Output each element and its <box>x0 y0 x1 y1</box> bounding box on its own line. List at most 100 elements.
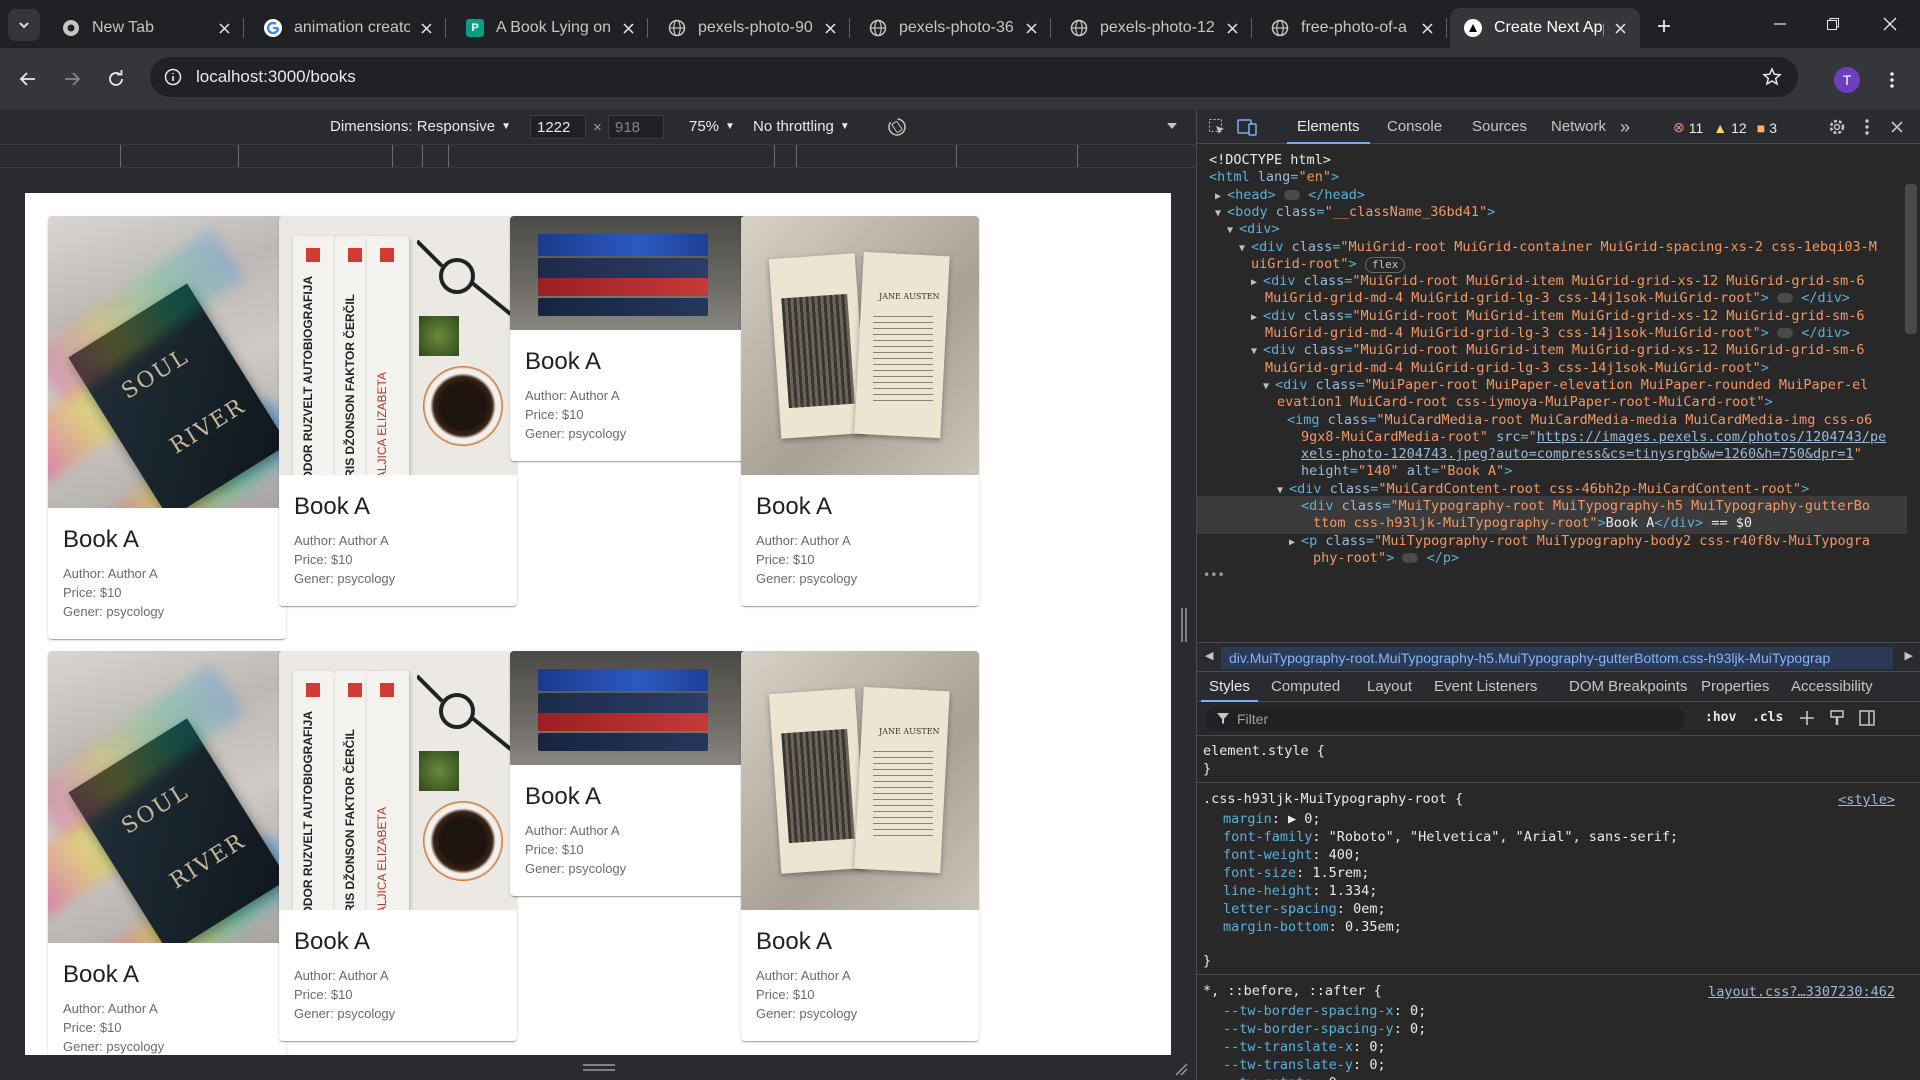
resize-handle-vertical-icon[interactable] <box>1180 608 1188 642</box>
forward-button[interactable] <box>56 63 88 95</box>
css-declaration[interactable]: font-family: "Roboto", "Helvetica", "Ari… <box>1223 828 1678 846</box>
more-tabs-icon[interactable]: » <box>1615 117 1635 137</box>
styles-subtab[interactable]: Styles <box>1201 672 1258 702</box>
browser-tab[interactable]: pexels-photo-90 <box>654 8 850 48</box>
zoom-dropdown[interactable]: 75% ▼ <box>689 118 735 135</box>
browser-tab[interactable]: New Tab <box>48 8 244 48</box>
cls-toggle[interactable]: .cls <box>1752 710 1783 725</box>
rule-divider <box>1197 974 1920 975</box>
devtools-tab-elements[interactable]: Elements <box>1287 110 1369 144</box>
rule-source-link[interactable]: <style> <box>1838 792 1895 808</box>
styles-subtab[interactable]: Properties <box>1701 672 1769 702</box>
new-style-rule-icon[interactable] <box>1797 708 1817 728</box>
device-toggle-icon[interactable] <box>1237 117 1257 137</box>
address-url[interactable]: localhost:3000/books <box>196 67 356 87</box>
hov-toggle[interactable]: :hov <box>1705 710 1736 725</box>
minimize-button[interactable] <box>1750 0 1810 48</box>
styles-subtab[interactable]: Layout <box>1367 672 1412 702</box>
dimensions-dropdown[interactable]: Dimensions: Responsive ▼ <box>330 118 511 135</box>
close-tab-icon[interactable] <box>214 18 234 38</box>
styles-subtab[interactable]: DOM Breakpoints <box>1569 672 1687 702</box>
styles-subtab[interactable]: Event Listeners <box>1434 672 1537 702</box>
bookmark-star-icon[interactable] <box>1762 67 1782 87</box>
rule-selector[interactable]: *, ::before, ::after { <box>1203 982 1382 1000</box>
close-tab-icon[interactable] <box>618 18 638 38</box>
media-query-ruler[interactable] <box>0 144 1196 168</box>
back-button[interactable] <box>12 63 44 95</box>
css-declaration[interactable]: font-size: 1.5rem; <box>1223 864 1369 882</box>
css-declaration[interactable]: --tw-rotate: 0; <box>1223 1074 1345 1080</box>
node-actions-icon[interactable]: ••• <box>1203 568 1225 582</box>
css-declaration[interactable]: --tw-border-spacing-x: 0; <box>1223 1002 1426 1020</box>
devtools-tab-sources[interactable]: Sources <box>1472 110 1527 144</box>
profile-avatar[interactable]: T <box>1834 67 1860 93</box>
css-declaration[interactable]: margin: ▶ 0; <box>1223 810 1321 828</box>
elements-scrollbar[interactable] <box>1905 184 1917 334</box>
restore-button[interactable] <box>1803 0 1863 48</box>
book-card[interactable]: SOUL RIVER Book A Author: Author A Price: $1… <box>48 651 286 1055</box>
breadcrumb-left-icon[interactable]: ◀ <box>1205 649 1213 662</box>
close-tab-icon[interactable] <box>820 18 840 38</box>
book-card[interactable]: Book A Author: Author A Price: $10 Gener: p… <box>510 216 748 462</box>
close-tab-icon[interactable] <box>1021 18 1041 38</box>
devtools-tab-network[interactable]: Network <box>1551 110 1606 144</box>
device-width-input[interactable] <box>530 115 586 139</box>
close-tab-icon[interactable] <box>1417 18 1437 38</box>
close-window-button[interactable] <box>1860 0 1920 48</box>
devtools-menu-icon[interactable] <box>1857 117 1877 137</box>
book-card[interactable]: Book A Author: Author A Price: $10 Gener: p… <box>510 651 748 897</box>
book-card[interactable]: JANE AUSTEN Book A Author: Author A Price: … <box>741 651 979 1042</box>
browser-tab[interactable]: Create Next App <box>1450 8 1640 48</box>
browser-tab[interactable]: P A Book Lying on <box>452 8 648 48</box>
address-bar[interactable]: localhost:3000/books <box>150 57 1798 97</box>
resize-handle-horizontal-icon[interactable] <box>583 1063 615 1073</box>
styles-filter-input[interactable]: Filter <box>1205 707 1685 731</box>
browser-tab[interactable]: pexels-photo-36 <box>855 8 1051 48</box>
settings-gear-icon[interactable] <box>1827 117 1847 137</box>
close-tab-icon[interactable] <box>416 18 436 38</box>
element-style-selector[interactable]: element.style { <box>1203 742 1325 760</box>
new-tab-button[interactable] <box>1650 12 1678 40</box>
css-value: 0; <box>1369 1057 1386 1073</box>
elements-tree[interactable]: <!DOCTYPE html> <html lang="en"> ▶ <head> <… <box>1197 144 1920 622</box>
browser-menu-button[interactable] <box>1880 64 1904 96</box>
paint-brush-icon[interactable] <box>1827 708 1847 728</box>
browser-tab[interactable]: pexels-photo-12 <box>1056 8 1252 48</box>
rule-selector[interactable]: .css-h93ljk-MuiTypography-root { <box>1203 790 1463 808</box>
tab-search-button[interactable] <box>8 9 40 41</box>
styles-pane[interactable]: element.style { } .css-h93ljk-MuiTypogra… <box>1197 736 1920 1080</box>
site-info-icon[interactable] <box>164 68 182 86</box>
device-options-icon[interactable] <box>1166 121 1178 131</box>
css-declaration[interactable]: --tw-border-spacing-y: 0; <box>1223 1020 1426 1038</box>
throttling-dropdown[interactable]: No throttling ▼ <box>753 118 850 135</box>
styles-subtab[interactable]: Computed <box>1271 672 1340 702</box>
css-declaration[interactable]: margin-bottom: 0.35em; <box>1223 918 1402 936</box>
rotate-icon[interactable] <box>886 116 908 138</box>
close-tab-icon[interactable] <box>1222 18 1242 38</box>
styles-subtab[interactable]: Accessibility <box>1791 672 1873 702</box>
reload-button[interactable] <box>100 63 132 95</box>
inspect-element-icon[interactable] <box>1207 117 1227 137</box>
css-declaration[interactable]: line-height: 1.334; <box>1223 882 1377 900</box>
css-declaration[interactable]: letter-spacing: 0em; <box>1223 900 1386 918</box>
book-card[interactable]: JANE AUSTEN Book A Author: Author A Price: … <box>741 216 979 607</box>
browser-tab[interactable]: animation creato <box>250 8 446 48</box>
css-declaration[interactable]: --tw-translate-y: 0; <box>1223 1056 1386 1074</box>
devtools-tab-console[interactable]: Console <box>1387 110 1442 144</box>
breadcrumb-selected[interactable]: div.MuiTypography-root.MuiTypography-h5.… <box>1221 647 1893 669</box>
sidebar-toggle-icon[interactable] <box>1857 708 1877 728</box>
resize-corner-icon[interactable] <box>1174 1062 1188 1076</box>
css-declaration[interactable]: --tw-translate-x: 0; <box>1223 1038 1386 1056</box>
close-devtools-icon[interactable] <box>1887 117 1907 137</box>
dom-node-line[interactable]: phy-root"> </p> <box>1197 548 1907 569</box>
rule-source-link[interactable]: layout.css?…3307230:462 <box>1708 984 1895 1000</box>
book-card[interactable]: TEODOR RUZVELT AUTOBIOGRAFIJA BORIS DŽONS… <box>279 216 517 607</box>
browser-tab[interactable]: free-photo-of-a <box>1257 8 1447 48</box>
close-tab-icon[interactable] <box>1610 18 1630 38</box>
css-declaration[interactable]: font-weight: 400; <box>1223 846 1361 864</box>
breadcrumb-right-icon[interactable]: ▶ <box>1905 649 1913 662</box>
device-height-input[interactable] <box>608 115 664 139</box>
book-card[interactable]: TEODOR RUZVELT AUTOBIOGRAFIJA BORIS DŽONS… <box>279 651 517 1042</box>
issue-counters[interactable]: ⊗ 11 ▲ 12 ■ 3 <box>1673 119 1787 136</box>
book-card[interactable]: SOUL RIVER Book A Author: Author A Price: $1… <box>48 216 286 640</box>
